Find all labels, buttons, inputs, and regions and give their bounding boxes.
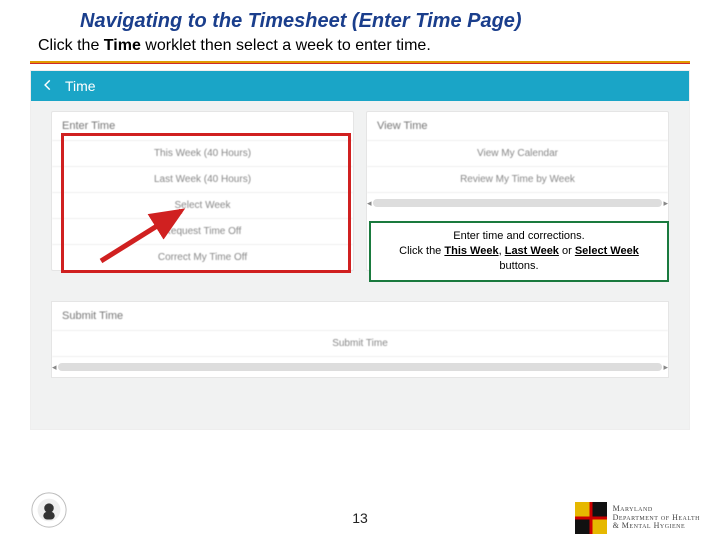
dept-line3: & Mental Hygiene (613, 522, 700, 530)
row-select-week[interactable]: Select Week (52, 193, 353, 219)
back-arrow-icon[interactable] (41, 78, 55, 95)
enter-time-header: Enter Time (52, 112, 353, 141)
instruction-bold: Time (104, 37, 141, 54)
scrollbar[interactable] (373, 199, 662, 207)
instruction-text: Click the Time worklet then select a wee… (0, 37, 720, 61)
topbar-title: Time (65, 78, 96, 94)
instruction-pre: Click the (38, 37, 104, 54)
enter-time-panel: Enter Time This Week (40 Hours) Last Wee… (51, 111, 354, 271)
row-correct-time-off[interactable]: Correct My Time Off (52, 245, 353, 270)
maryland-flag-icon (575, 502, 607, 534)
callout-box: Enter time and corrections. Click the Th… (369, 221, 669, 282)
instruction-post: worklet then select a week to enter time… (141, 37, 431, 54)
slide-footer: 13 Maryland Department of Health & Menta… (0, 488, 720, 540)
callout-line2: Click the This Week, Last Week or Select… (381, 244, 657, 274)
row-view-calendar[interactable]: View My Calendar (367, 141, 668, 167)
divider-red (30, 63, 690, 64)
row-this-week[interactable]: This Week (40 Hours) (52, 141, 353, 167)
row-last-week[interactable]: Last Week (40 Hours) (52, 167, 353, 193)
slide-title: Navigating to the Timesheet (Enter Time … (0, 0, 720, 37)
view-time-header: View Time (367, 112, 668, 141)
scrollbar[interactable] (58, 363, 662, 371)
row-request-time-off[interactable]: Request Time Off (52, 219, 353, 245)
dept-logo: Maryland Department of Health & Mental H… (575, 502, 700, 534)
screenshot-area: Time Enter Time This Week (40 Hours) Las… (30, 70, 690, 430)
submit-time-header: Submit Time (52, 302, 668, 331)
page-number: 13 (352, 510, 368, 526)
app-topbar: Time (31, 71, 689, 101)
callout-line1: Enter time and corrections. (381, 229, 657, 244)
row-review-by-week[interactable]: Review My Time by Week (367, 167, 668, 193)
row-submit-time[interactable]: Submit Time (52, 331, 668, 357)
submit-time-panel: Submit Time Submit Time (51, 301, 669, 378)
seal-left-icon (30, 491, 68, 534)
